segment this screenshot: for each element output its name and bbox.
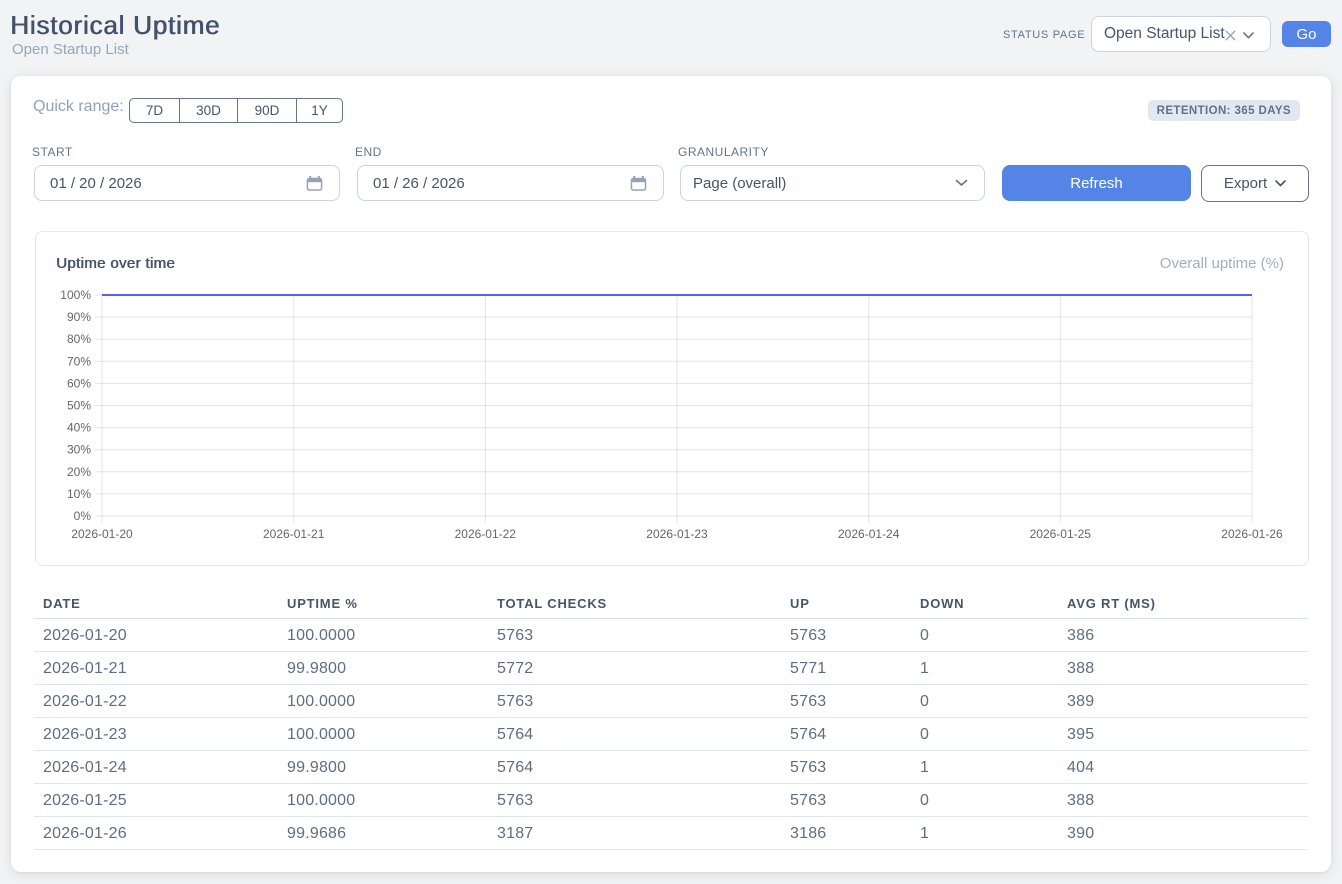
svg-text:70%: 70% [67,354,91,368]
svg-text:40%: 40% [67,421,91,435]
svg-text:2026-01-20: 2026-01-20 [71,527,133,541]
svg-text:50%: 50% [67,399,91,413]
svg-text:2026-01-25: 2026-01-25 [1030,527,1092,541]
svg-text:100%: 100% [60,288,91,302]
svg-text:2026-01-24: 2026-01-24 [838,527,900,541]
svg-text:0%: 0% [74,509,92,523]
svg-text:90%: 90% [67,310,91,324]
svg-text:60%: 60% [67,376,91,390]
svg-text:10%: 10% [67,487,91,501]
svg-text:2026-01-26: 2026-01-26 [1221,527,1283,541]
svg-text:2026-01-21: 2026-01-21 [263,527,325,541]
svg-text:2026-01-23: 2026-01-23 [646,527,708,541]
svg-text:2026-01-22: 2026-01-22 [455,527,517,541]
svg-text:20%: 20% [67,465,91,479]
svg-text:30%: 30% [67,443,91,457]
svg-text:80%: 80% [67,332,91,346]
